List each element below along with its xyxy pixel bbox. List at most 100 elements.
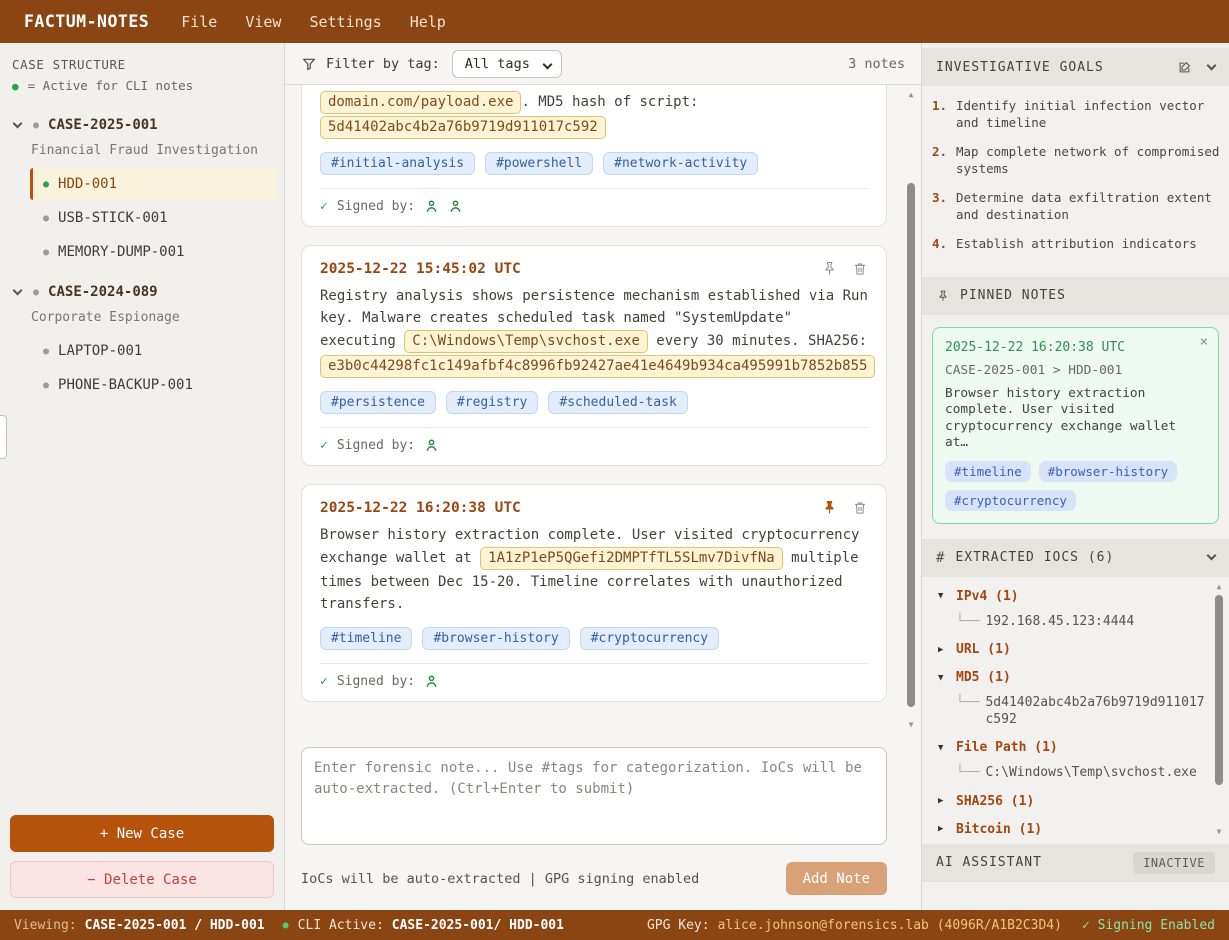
case-subtitle: Financial Fraud Investigation bbox=[0, 139, 284, 166]
legend-text: = Active for CLI notes bbox=[28, 78, 194, 93]
menu: FileViewSettingsHelp bbox=[167, 12, 460, 31]
composer-status: IoCs will be auto-extracted | GPG signin… bbox=[301, 871, 699, 887]
chevron-down-icon[interactable] bbox=[1207, 551, 1217, 561]
ioc-code[interactable]: 1A1zP1eP5QGefi2DMPTfTL5SLmv7DivfNa bbox=[480, 547, 783, 570]
chevron-down-icon[interactable] bbox=[13, 286, 23, 296]
ioc-group-bitcoin[interactable]: ▶Bitcoin (1) bbox=[938, 822, 1207, 837]
goal-item-3: 3.Determine data exfiltration extent and… bbox=[932, 190, 1227, 223]
evidence-item-USB-STICK-001[interactable]: ●USB-STICK-001 bbox=[30, 202, 276, 234]
close-icon[interactable]: × bbox=[1200, 334, 1208, 350]
ioc-code[interactable]: e3b0c44298fc1c149afbf4c8996fb92427ae41e4… bbox=[320, 355, 875, 378]
pinned-notes-header: PINNED NOTES bbox=[922, 277, 1229, 315]
pinned-note-excerpt: Browser history extraction complete. Use… bbox=[945, 386, 1206, 452]
tag-pill[interactable]: #scheduled-task bbox=[548, 391, 687, 414]
chevron-down-icon[interactable] bbox=[13, 119, 23, 129]
cli-active-value: CASE-2025-001/ HDD-001 bbox=[392, 918, 564, 933]
tag-pill[interactable]: #cryptocurrency bbox=[580, 627, 719, 650]
triangle-down-icon[interactable]: ▼ bbox=[938, 673, 948, 683]
ioc-group-ipv4[interactable]: ▼IPv4 (1) bbox=[938, 589, 1207, 604]
check-icon: ✓ bbox=[1082, 918, 1090, 933]
ioc-item[interactable]: └──C:\Windows\Temp\svchost.exe bbox=[956, 765, 1207, 782]
note-input[interactable] bbox=[301, 747, 887, 845]
edit-icon[interactable] bbox=[1177, 60, 1192, 75]
statusbar: Viewing: CASE-2025-001 / HDD-001 ● CLI A… bbox=[0, 910, 1229, 940]
scroll-down-arrow[interactable]: ▼ bbox=[904, 719, 918, 731]
new-case-button[interactable]: + New Case bbox=[10, 815, 274, 852]
add-note-button[interactable]: Add Note bbox=[786, 862, 887, 895]
tag-pill[interactable]: #network-activity bbox=[603, 152, 758, 175]
note-timestamp: 2025-12-22 15:45:02 UTC bbox=[320, 261, 521, 277]
trash-icon[interactable] bbox=[852, 500, 868, 516]
pin-icon bbox=[936, 289, 950, 303]
goal-item-1: 1.Identify initial infection vector and … bbox=[932, 98, 1227, 131]
ioc-code[interactable]: C:\Windows\Temp\svchost.exe bbox=[404, 330, 648, 353]
ioc-item[interactable]: └──192.168.45.123:4444 bbox=[956, 614, 1207, 631]
signer-person-icon bbox=[448, 199, 463, 214]
evidence-label: PHONE-BACKUP-001 bbox=[58, 377, 193, 393]
menu-item-settings[interactable]: Settings bbox=[295, 13, 395, 31]
goal-text: Map complete network of compromised syst… bbox=[956, 144, 1227, 177]
ioc-group-sha256[interactable]: ▶SHA256 (1) bbox=[938, 794, 1207, 809]
signer-person-icon bbox=[424, 438, 439, 453]
triangle-right-icon[interactable]: ▶ bbox=[938, 645, 948, 655]
breadcrumb: CASE-2025-001 > HDD-001 bbox=[945, 363, 1206, 378]
ioc-list: ▼IPv4 (1) └──192.168.45.123:4444 ▶URL (1) ▼… bbox=[922, 577, 1229, 842]
evidence-item-HDD-001[interactable]: ●HDD-001 bbox=[30, 168, 276, 200]
chevron-down-icon[interactable] bbox=[1207, 60, 1217, 70]
inactive-dot: ● bbox=[43, 380, 49, 391]
menu-item-help[interactable]: Help bbox=[396, 13, 460, 31]
case-row-CASE-2024-089[interactable]: ●CASE-2024-089 bbox=[0, 270, 284, 306]
active-dot-icon: ● bbox=[12, 80, 19, 93]
menu-item-view[interactable]: View bbox=[231, 13, 295, 31]
note-card-2: 2025-12-22 15:45:02 UTCRegistry analysis… bbox=[301, 245, 887, 466]
triangle-down-icon[interactable]: ▼ bbox=[938, 591, 948, 601]
app-title: FACTUM-NOTES bbox=[24, 12, 149, 31]
triangle-right-icon[interactable]: ▶ bbox=[938, 824, 948, 834]
tag-pill[interactable]: #registry bbox=[446, 391, 538, 414]
scroll-up-arrow[interactable]: ▲ bbox=[1212, 581, 1226, 593]
triangle-right-icon[interactable]: ▶ bbox=[938, 796, 948, 806]
ioc-group-url[interactable]: ▶URL (1) bbox=[938, 642, 1207, 657]
pin-icon[interactable] bbox=[821, 260, 838, 277]
tag-pill[interactable]: #timeline bbox=[320, 627, 412, 650]
iocs-header-label: EXTRACTED IOCS (6) bbox=[955, 550, 1114, 565]
filter-label: Filter by tag: bbox=[326, 56, 440, 72]
scrollbar-thumb[interactable] bbox=[907, 183, 915, 707]
pane-resize-handle[interactable] bbox=[0, 415, 7, 459]
ioc-code[interactable]: 5d41402abc4b2a76b9719d911017c592 bbox=[320, 116, 606, 139]
case-row-CASE-2025-001[interactable]: ●CASE-2025-001 bbox=[0, 103, 284, 139]
tag-pill[interactable]: #persistence bbox=[320, 391, 436, 414]
tag-pill[interactable]: #cryptocurrency bbox=[945, 490, 1076, 511]
filter-icon bbox=[301, 56, 317, 72]
evidence-item-MEMORY-DUMP-001[interactable]: ●MEMORY-DUMP-001 bbox=[30, 236, 276, 268]
scroll-down-arrow[interactable]: ▼ bbox=[1212, 826, 1226, 838]
delete-case-button[interactable]: − Delete Case bbox=[10, 861, 274, 898]
triangle-down-icon[interactable]: ▼ bbox=[938, 743, 948, 753]
pin-filled-icon[interactable] bbox=[821, 499, 838, 516]
evidence-label: MEMORY-DUMP-001 bbox=[58, 244, 184, 260]
divider bbox=[320, 188, 868, 189]
ioc-item[interactable]: └──5d41402abc4b2a76b9719d911017c592 bbox=[956, 695, 1207, 728]
tag-pill[interactable]: #timeline bbox=[945, 461, 1031, 482]
scrollbar-thumb[interactable] bbox=[1215, 595, 1223, 785]
trash-icon[interactable] bbox=[852, 261, 868, 277]
tag-pill[interactable]: #powershell bbox=[485, 152, 593, 175]
notes-panel: Filter by tag: All tags 3 notes domain.c… bbox=[285, 43, 921, 910]
hash-icon: # bbox=[936, 550, 945, 566]
evidence-item-PHONE-BACKUP-001[interactable]: ● PHONE-BACKUP-001 bbox=[30, 369, 276, 401]
menu-item-file[interactable]: File bbox=[167, 13, 231, 31]
note-actions bbox=[821, 260, 868, 277]
notes-count: 3 notes bbox=[848, 56, 905, 72]
evidence-item-LAPTOP-001[interactable]: ●LAPTOP-001 bbox=[30, 335, 276, 367]
note-tags: #initial-analysis #powershell #network-act… bbox=[320, 152, 868, 175]
tag-pill[interactable]: #browser-history bbox=[422, 627, 569, 650]
ioc-code[interactable]: domain.com/payload.exe bbox=[320, 91, 521, 114]
note-card-3: 2025-12-22 16:20:38 UTCBrowser history e… bbox=[301, 484, 887, 702]
check-icon: ✓ bbox=[320, 199, 328, 214]
ioc-group-file[interactable]: ▼File Path (1) bbox=[938, 740, 1207, 755]
tag-filter-select[interactable]: All tags bbox=[452, 50, 562, 78]
tag-pill[interactable]: #browser-history bbox=[1039, 461, 1177, 482]
scroll-up-arrow[interactable]: ▲ bbox=[904, 89, 918, 101]
ioc-group-md5[interactable]: ▼MD5 (1) bbox=[938, 670, 1207, 685]
tag-pill[interactable]: #initial-analysis bbox=[320, 152, 475, 175]
